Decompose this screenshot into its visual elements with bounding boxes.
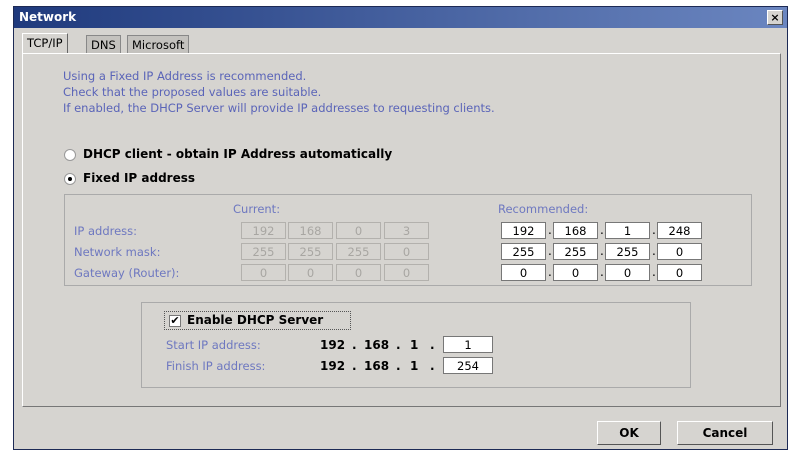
- start-ip-octet-2: 168: [364, 338, 390, 352]
- finish-ip-octet-1: 192: [320, 359, 346, 373]
- network-mask-label: Network mask:: [74, 245, 161, 259]
- dhcp-client-radio[interactable]: [64, 149, 76, 161]
- network-mask-current-octet-4: 0: [384, 243, 429, 260]
- gateway-current-octet-3: 0: [336, 264, 381, 281]
- gateway-recommended-octet-2[interactable]: 0: [553, 264, 598, 281]
- octet-separator: .: [548, 244, 552, 258]
- ip-address-current-octet-4: 3: [384, 222, 429, 239]
- info-line-2: Check that the proposed values are suita…: [63, 85, 322, 99]
- ip-address-recommended-octet-1[interactable]: 192: [501, 222, 546, 239]
- finish-ip-label: Finish IP address:: [166, 359, 266, 373]
- octet-separator: .: [600, 244, 604, 258]
- fixed-ip-radio[interactable]: [64, 173, 76, 185]
- gateway-label: Gateway (Router):: [74, 266, 180, 280]
- ok-button[interactable]: OK: [597, 421, 661, 445]
- ip-address-current-octet-2: 168: [288, 222, 333, 239]
- window-title: Network: [19, 10, 77, 24]
- network-dialog: Network × TCP/IP DNS Microsoft Using a F…: [13, 6, 788, 450]
- start-ip-label: Start IP address:: [166, 338, 261, 352]
- octet-separator: .: [548, 265, 552, 279]
- dhcp-client-label[interactable]: DHCP client - obtain IP Address automati…: [83, 147, 392, 161]
- network-mask-current-octet-3: 255: [336, 243, 381, 260]
- octet-separator: .: [652, 223, 656, 237]
- recommended-header: Recommended:: [498, 202, 589, 216]
- enable-dhcp-checkbox[interactable]: ✔: [169, 315, 181, 327]
- ip-address-current-octet-3: 0: [336, 222, 381, 239]
- network-mask-recommended-octet-1[interactable]: 255: [501, 243, 546, 260]
- gateway-current-octet-1: 0: [241, 264, 286, 281]
- finish-ip-octet-3: 1: [410, 359, 419, 373]
- octet-separator: .: [600, 223, 604, 237]
- network-mask-recommended-octet-3[interactable]: 255: [605, 243, 650, 260]
- finish-ip-last-octet[interactable]: 254: [443, 357, 493, 374]
- network-mask-current-octet-2: 255: [288, 243, 333, 260]
- gateway-current-octet-2: 0: [288, 264, 333, 281]
- gateway-recommended-octet-4[interactable]: 0: [657, 264, 702, 281]
- tab-tcpip[interactable]: TCP/IP: [22, 33, 68, 54]
- network-mask-current-octet-1: 255: [241, 243, 286, 260]
- start-ip-octet-1: 192: [320, 338, 346, 352]
- title-bar[interactable]: Network ×: [14, 7, 787, 28]
- close-button[interactable]: ×: [767, 10, 783, 25]
- gateway-recommended-octet-3[interactable]: 0: [605, 264, 650, 281]
- octet-separator: .: [652, 265, 656, 279]
- finish-ip-octet-2: 168: [364, 359, 390, 373]
- cancel-button[interactable]: Cancel: [677, 421, 773, 445]
- ip-address-current-octet-1: 192: [241, 222, 286, 239]
- tab-dns[interactable]: DNS: [86, 35, 121, 53]
- octet-separator: .: [548, 223, 552, 237]
- network-mask-recommended-octet-2[interactable]: 255: [553, 243, 598, 260]
- start-ip-last-octet[interactable]: 1: [443, 336, 493, 353]
- octet-separator: .: [600, 265, 604, 279]
- tab-microsoft[interactable]: Microsoft: [127, 35, 190, 53]
- ip-address-label: IP address:: [74, 224, 138, 238]
- ip-address-recommended-octet-4[interactable]: 248: [657, 222, 702, 239]
- gateway-current-octet-4: 0: [384, 264, 429, 281]
- fixed-ip-label[interactable]: Fixed IP address: [83, 171, 195, 185]
- info-line-1: Using a Fixed IP Address is recommended.: [63, 69, 307, 83]
- info-line-3: If enabled, the DHCP Server will provide…: [63, 101, 495, 115]
- start-ip-octet-3: 1: [410, 338, 419, 352]
- octet-separator: .: [652, 244, 656, 258]
- tcpip-panel: Using a Fixed IP Address is recommended.…: [22, 53, 781, 407]
- gateway-recommended-octet-1[interactable]: 0: [501, 264, 546, 281]
- ip-address-recommended-octet-3[interactable]: 1: [605, 222, 650, 239]
- network-mask-recommended-octet-4[interactable]: 0: [657, 243, 702, 260]
- current-header: Current:: [233, 202, 281, 216]
- enable-dhcp-label[interactable]: Enable DHCP Server: [187, 313, 323, 327]
- ip-address-recommended-octet-2[interactable]: 168: [553, 222, 598, 239]
